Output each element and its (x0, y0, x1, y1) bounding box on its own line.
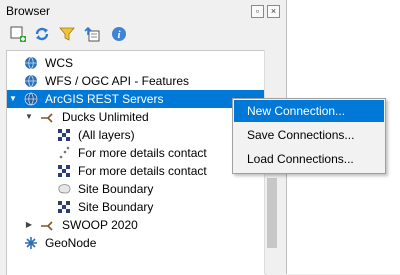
tree-item-ducks-unlimited[interactable]: ▼ Ducks Unlimited (7, 108, 265, 126)
tree-item-label: GeoNode (45, 236, 97, 250)
collapse-all-icon[interactable] (84, 25, 102, 43)
browser-toolbar: i (0, 22, 286, 48)
close-icon[interactable]: × (267, 5, 280, 18)
tree-item-label: WFS / OGC API - Features (45, 74, 190, 88)
tree-item-label: For more details contact (78, 146, 207, 160)
raster-layer-icon (58, 201, 70, 213)
polygon-layer-icon (58, 184, 71, 194)
refresh-icon[interactable] (33, 25, 51, 43)
save-connections-menu-item[interactable]: Save Connections... (234, 124, 384, 146)
tree-item-wfs[interactable]: WFS / OGC API - Features (7, 72, 265, 90)
tree-item-label: WCS (45, 56, 73, 70)
tree-item-wcs[interactable]: WCS (7, 54, 265, 72)
tree-item-raster-layer[interactable]: Site Boundary (7, 198, 265, 216)
expand-arrow-icon[interactable]: ▼ (8, 94, 18, 104)
raster-layer-icon (58, 129, 70, 141)
expand-arrow-icon[interactable]: ▶ (24, 220, 34, 230)
tree-item-all-layers[interactable]: (All layers) (7, 126, 265, 144)
scrollbar-thumb[interactable] (267, 178, 277, 248)
menu-item-label: New Connection... (247, 104, 346, 118)
tree-item-arcgis-rest-servers[interactable]: ▼ ArcGIS REST Servers (7, 90, 265, 108)
tree-item-swoop-2020[interactable]: ▶ SWOOP 2020 (7, 216, 265, 234)
tree-item-label: For more details contact (78, 164, 207, 178)
info-icon[interactable]: i (110, 25, 128, 43)
tree-item-geonode[interactable]: GeoNode (7, 234, 265, 252)
tree-item-label: (All layers) (78, 128, 135, 142)
tree-item-label: Site Boundary (78, 182, 154, 196)
server-connection-icon (41, 113, 53, 123)
tree-item-label: ArcGIS REST Servers (45, 92, 164, 106)
float-icon[interactable]: ▫ (251, 5, 264, 18)
load-connections-menu-item[interactable]: Load Connections... (234, 148, 384, 170)
tree-item-label: Ducks Unlimited (62, 110, 149, 124)
panel-titlebar: Browser ▫ × (0, 0, 286, 22)
globe-icon (25, 56, 37, 70)
globe-icon (25, 74, 37, 88)
filter-icon[interactable] (58, 25, 76, 43)
menu-item-label: Save Connections... (247, 128, 355, 142)
raster-layer-icon (58, 165, 70, 177)
add-layer-icon[interactable] (9, 25, 27, 43)
context-menu: New Connection... Save Connections... Lo… (232, 98, 386, 174)
new-connection-menu-item[interactable]: New Connection... (234, 100, 384, 122)
browser-tree: WCS WFS / OGC API - Features ▼ ArcGIS RE… (6, 50, 266, 275)
tree-item-raster-layer[interactable]: For more details contact (7, 162, 265, 180)
tree-item-point-layer[interactable]: For more details contact (7, 144, 265, 162)
tree-item-label: SWOOP 2020 (62, 218, 138, 232)
tree-item-polygon-layer[interactable]: Site Boundary (7, 180, 265, 198)
globe-icon (24, 92, 38, 106)
menu-item-label: Load Connections... (247, 152, 354, 166)
geonode-icon (25, 237, 37, 249)
panel-title: Browser (6, 4, 51, 18)
server-connection-icon (41, 221, 53, 231)
point-layer-icon (59, 146, 70, 159)
tree-item-label: Site Boundary (78, 200, 154, 214)
expand-arrow-icon[interactable]: ▼ (24, 112, 34, 122)
